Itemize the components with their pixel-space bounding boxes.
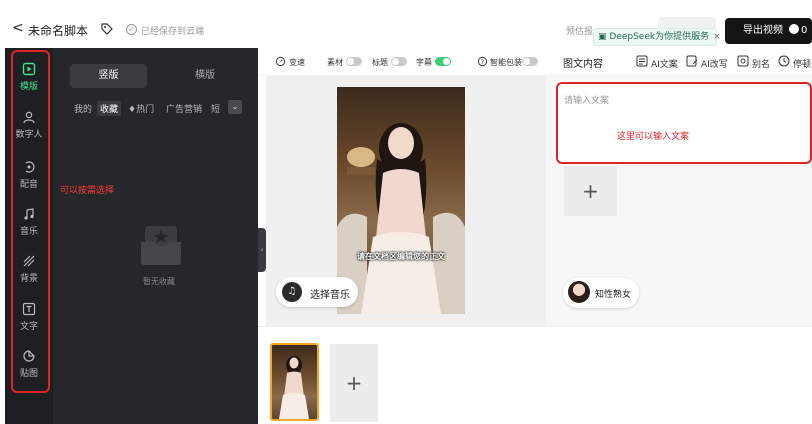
help-icon: ?	[477, 56, 488, 67]
coin-icon	[789, 24, 799, 34]
alias-button[interactable]: 别名	[752, 57, 770, 70]
smart-pack-toggle[interactable]	[522, 57, 538, 66]
empty-favorites-icon	[141, 226, 181, 265]
category-hot[interactable]: ♦热门	[128, 102, 154, 115]
script-text-placeholder: 请输入文案	[564, 96, 610, 106]
ai-copy-button[interactable]: AI文案	[651, 57, 678, 70]
material-label: 素材	[327, 58, 343, 67]
add-segment-button[interactable]: +	[564, 166, 617, 216]
tab-horizontal[interactable]: 横版	[170, 64, 240, 88]
pause-button[interactable]: 停顿	[793, 57, 811, 70]
clip-thumbnail[interactable]	[270, 343, 319, 421]
speed-icon	[275, 56, 286, 67]
voice-avatar	[568, 281, 590, 303]
subtitle-toggle[interactable]	[435, 57, 451, 66]
category-ad-marketing[interactable]: 广告营销	[166, 102, 202, 115]
alias-icon	[737, 55, 749, 67]
deepseek-icon: ▣	[598, 32, 610, 42]
music-note-icon: ♫	[282, 282, 302, 302]
tab-vertical[interactable]: 竖版	[70, 64, 147, 88]
ai-rewrite-button[interactable]: AI改写	[701, 57, 728, 70]
ai-copy-icon	[636, 55, 648, 67]
title-toggle[interactable]	[391, 57, 407, 66]
title-label: 标题	[372, 58, 388, 67]
export-label: 导出视频	[743, 25, 783, 36]
save-check-icon: ✓	[126, 24, 137, 35]
annotation-text-input: 这里可以输入文案	[617, 132, 690, 142]
subtitle-label: 字幕	[416, 58, 432, 67]
annotation-sidebar-text: 可以按需选择	[60, 186, 115, 196]
deepseek-tooltip: ▣ DeepSeek为你提供服务 ×	[593, 28, 721, 46]
annotation-box-sidebar	[11, 50, 50, 393]
clip-thumbnail-image	[279, 356, 309, 419]
subtitle-caption: 请在文档区编辑您的正文	[357, 252, 445, 261]
close-icon[interactable]: ×	[713, 32, 721, 42]
script-title[interactable]: 未命名脚本	[28, 22, 88, 39]
pause-clock-icon	[778, 55, 790, 67]
back-arrow-icon[interactable]: <	[12, 20, 24, 36]
editor-root: < 未命名脚本 ✓ 已经保存到云端 预估报 ▣ DeepSeek为你提供服务 × …	[0, 0, 812, 424]
add-clip-button[interactable]: +	[330, 344, 378, 422]
voice-name: 知性熟女	[595, 290, 632, 300]
predict-label: 预估报	[566, 27, 594, 37]
deepseek-text: DeepSeek为你提供服务	[609, 32, 710, 42]
tab-graphic-content[interactable]: 图文内容	[563, 55, 603, 70]
empty-state-text: 暂无收藏	[143, 277, 175, 286]
chevron-down-icon[interactable]: ⌄	[228, 100, 242, 114]
export-video-button[interactable]: 导出视频 0	[725, 18, 812, 44]
category-mine[interactable]: 我的	[74, 102, 92, 115]
presenter-image	[337, 123, 465, 314]
svg-text:?: ?	[481, 58, 484, 66]
video-frame[interactable]	[337, 87, 465, 314]
save-status: 已经保存到云端	[141, 27, 205, 37]
speed-control[interactable]: 变速	[289, 57, 305, 68]
export-count: 0	[801, 25, 808, 36]
category-more[interactable]: 短	[211, 102, 220, 115]
tag-icon[interactable]	[100, 22, 114, 36]
collapse-panel-handle[interactable]: ‹	[258, 228, 266, 272]
ai-rewrite-icon	[686, 55, 698, 67]
smart-pack-label: 智能包装	[490, 58, 522, 67]
select-music-label: 选择音乐	[310, 290, 350, 301]
material-toggle[interactable]	[346, 57, 362, 66]
category-favorites[interactable]: 收藏	[97, 101, 122, 116]
